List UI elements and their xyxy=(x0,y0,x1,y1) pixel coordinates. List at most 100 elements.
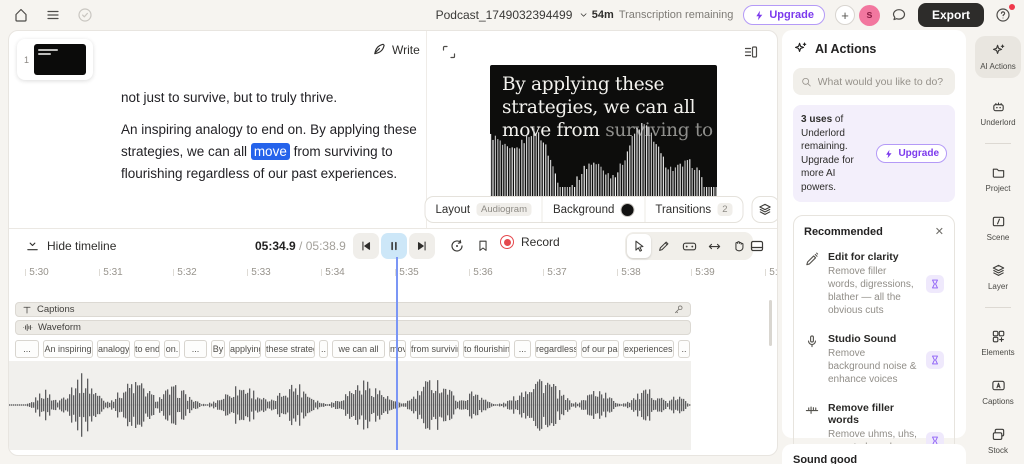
rail-underlord[interactable]: Underlord xyxy=(975,99,1021,127)
edit-tool[interactable] xyxy=(652,234,676,258)
bookmark-icon xyxy=(479,240,487,251)
word-cell[interactable]: .. xyxy=(319,340,328,358)
rail-layer[interactable]: Layer xyxy=(975,263,1021,291)
underlord-use-badge xyxy=(926,350,944,369)
ai-actions-header: AI Actions xyxy=(793,41,955,56)
rail-elements[interactable]: Elements xyxy=(975,329,1021,357)
timeline-section: Hide timeline 05:34.9 / 05:38.9 Record 5… xyxy=(9,230,777,455)
trim-tool[interactable] xyxy=(702,234,726,258)
rail-project[interactable]: Project xyxy=(975,165,1021,193)
word-cell[interactable]: on. xyxy=(164,340,180,358)
comments-button[interactable] xyxy=(890,6,908,24)
ruler-tick-label: 5:37 xyxy=(547,267,567,278)
project-title-button[interactable]: Podcast_1749032394499 xyxy=(436,0,589,30)
sound-good-card[interactable]: Sound good xyxy=(782,444,966,464)
skip-back-icon xyxy=(362,241,371,251)
waveform-track[interactable]: Waveform xyxy=(15,320,691,335)
select-tool[interactable] xyxy=(627,234,651,258)
word-cell[interactable]: to flourishing xyxy=(463,340,510,358)
transcription-minutes: 54m xyxy=(591,9,614,21)
record-button[interactable]: Record xyxy=(500,235,560,249)
menu-button[interactable] xyxy=(44,6,62,24)
crop-button[interactable] xyxy=(441,43,459,61)
hourglass-icon xyxy=(932,355,938,364)
waveform-area[interactable] xyxy=(9,361,691,450)
ruler-tickmark xyxy=(321,269,322,276)
range-tool[interactable] xyxy=(677,234,701,258)
hand-tool[interactable] xyxy=(727,234,751,258)
loop-button[interactable] xyxy=(449,237,467,255)
lightning-icon xyxy=(756,10,763,20)
transcript[interactable]: not just to survive, but to truly thrive… xyxy=(121,87,423,185)
ai-action-studio-sound[interactable]: Studio Sound Remove background noise & en… xyxy=(794,325,954,394)
write-button[interactable]: Write xyxy=(371,42,420,57)
ruler-tickmark xyxy=(617,269,618,276)
word-cell[interactable]: from surviving xyxy=(410,340,459,358)
marker-button[interactable] xyxy=(476,237,494,255)
pencil-edit-icon xyxy=(806,252,819,266)
word-cell[interactable]: analogy xyxy=(97,340,130,358)
stock-icon xyxy=(992,428,1004,440)
video-canvas[interactable]: By applying these strategies, we can all… xyxy=(490,65,717,197)
ruler-tick-label: 5:33 xyxy=(251,267,271,278)
recommended-close-button[interactable]: ✕ xyxy=(935,225,944,238)
scene-card[interactable]: 1 xyxy=(17,39,94,80)
upgrade-button[interactable]: Upgrade xyxy=(743,5,825,25)
word-cell[interactable]: ... xyxy=(514,340,531,358)
chevron-down-icon xyxy=(580,13,587,17)
word-cell[interactable]: experiences. xyxy=(623,340,674,358)
word-cell[interactable]: regardless xyxy=(535,340,577,358)
ai-search[interactable] xyxy=(793,68,955,95)
timeline-ruler[interactable]: 5:30 5:31 5:32 5:33 5:34 5:35 5:36 5:37 5:38 5:39… xyxy=(9,264,777,286)
lightning-icon xyxy=(886,149,893,158)
rail-scene[interactable]: Scene xyxy=(975,214,1021,242)
topbar-right: 54m Transcription remaining Upgrade + s … xyxy=(591,3,1015,27)
text-icon xyxy=(23,306,31,313)
scene-thumbnail xyxy=(34,44,87,75)
ruler-tick-label: 5:36 xyxy=(473,267,493,278)
ruler-tick-label: 5:32 xyxy=(177,267,197,278)
home-icon xyxy=(15,8,27,22)
captions-track[interactable]: Captions xyxy=(15,302,691,317)
word-cell[interactable]: these strategies, xyxy=(265,340,315,358)
background-control[interactable]: Background xyxy=(541,197,644,222)
chat-bubble-icon xyxy=(892,9,906,21)
word-cell[interactable]: we can all xyxy=(332,340,385,358)
invite-button[interactable]: + xyxy=(834,5,855,25)
panel-toggle-button[interactable] xyxy=(743,43,761,61)
word-cell[interactable]: to end xyxy=(134,340,160,358)
pause-button[interactable] xyxy=(381,233,407,259)
hide-timeline-button[interactable]: Hide timeline xyxy=(25,238,116,253)
selected-word[interactable]: move xyxy=(250,143,290,160)
help-button[interactable] xyxy=(994,4,1015,24)
transitions-control[interactable]: Transitions 2 xyxy=(644,197,742,222)
layer-icon xyxy=(992,264,1004,276)
rail-stock[interactable]: Stock xyxy=(975,427,1021,455)
horizontal-arrows-icon xyxy=(708,243,720,249)
word-cell[interactable]: By xyxy=(211,340,225,358)
ai-action-edit-for-clarity[interactable]: Edit for clarity Remove filler words, dig… xyxy=(794,243,954,325)
pause-icon xyxy=(391,241,397,251)
crop-icon xyxy=(442,45,456,59)
track-view-button[interactable] xyxy=(749,237,767,255)
word-cell[interactable]: .. xyxy=(678,340,690,358)
ai-upgrade-button[interactable]: Upgrade xyxy=(876,144,947,163)
rail-captions[interactable]: Captions xyxy=(975,378,1021,406)
timeline-scrollbar[interactable] xyxy=(769,300,772,346)
avatar[interactable]: s xyxy=(858,4,880,26)
skip-forward-button[interactable] xyxy=(409,233,435,259)
word-cell[interactable]: ... xyxy=(184,340,207,358)
layers-button[interactable] xyxy=(751,196,777,223)
skip-back-button[interactable] xyxy=(353,233,379,259)
layout-control[interactable]: Layout Audiogram xyxy=(426,197,542,222)
word-cell[interactable]: ... xyxy=(15,340,39,358)
word-cell[interactable]: An inspiring xyxy=(43,340,93,358)
export-button[interactable]: Export xyxy=(917,3,984,27)
home-button[interactable] xyxy=(12,6,30,24)
word-cell[interactable]: of our past xyxy=(581,340,619,358)
rail-ai-actions[interactable]: AI Actions xyxy=(975,36,1021,78)
word-cell[interactable]: applying xyxy=(229,340,261,358)
playhead[interactable] xyxy=(396,257,398,450)
ai-search-input[interactable] xyxy=(817,75,947,88)
ruler-tick-label: 5:31 xyxy=(103,267,123,278)
